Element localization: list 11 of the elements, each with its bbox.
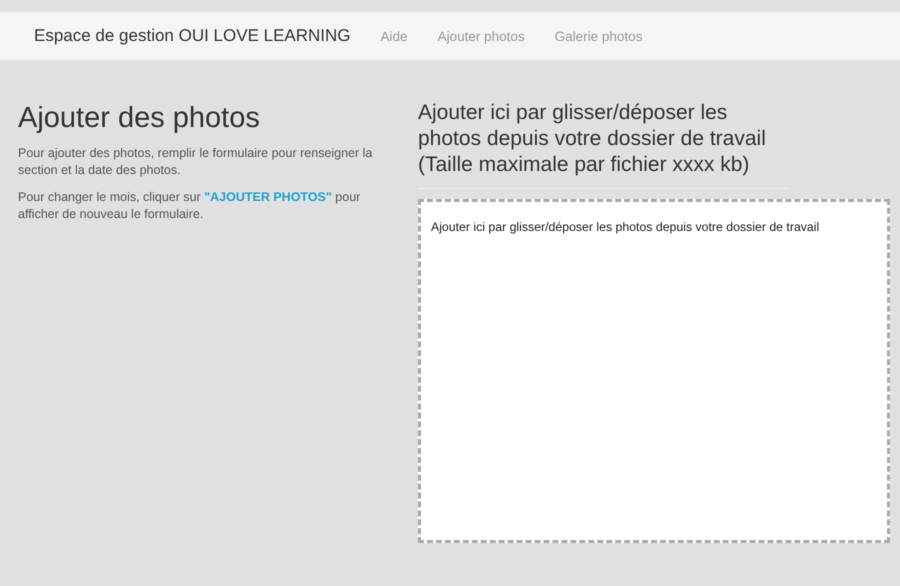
page-title: Ajouter des photos bbox=[18, 102, 261, 135]
drop-zone-message: Ajouter ici par glisser/déposer les photos depuis votre dossier de travail bbox=[431, 220, 820, 234]
nav-link[interactable]: Ajouter photos bbox=[438, 28, 525, 44]
drop-zone[interactable]: Ajouter ici par glisser/déposer les photos depuis votre dossier de travail bbox=[418, 199, 890, 543]
upload-title: Ajouter ici par glisser/déposer les photos depuis votre dossier de travail (Taille maximale par fichier xxxx kb) bbox=[418, 100, 767, 178]
hint-text: Pour changer le mois, cliquer sur "AJOUTER PHOTOS" pour afficher de nouveau le formulaire. bbox=[18, 189, 362, 223]
add-photos-link[interactable]: "AJOUTER PHOTOS" bbox=[204, 190, 332, 204]
brand-link[interactable]: Espace de gestion OUI LOVE LEARNING bbox=[34, 26, 351, 46]
intro-text: Pour ajouter des photos, remplir le formulaire pour renseigner la section et la date des photos. bbox=[18, 145, 374, 179]
nav-link[interactable]: Aide bbox=[380, 28, 408, 44]
nav-link[interactable]: Galerie photos bbox=[554, 28, 642, 44]
